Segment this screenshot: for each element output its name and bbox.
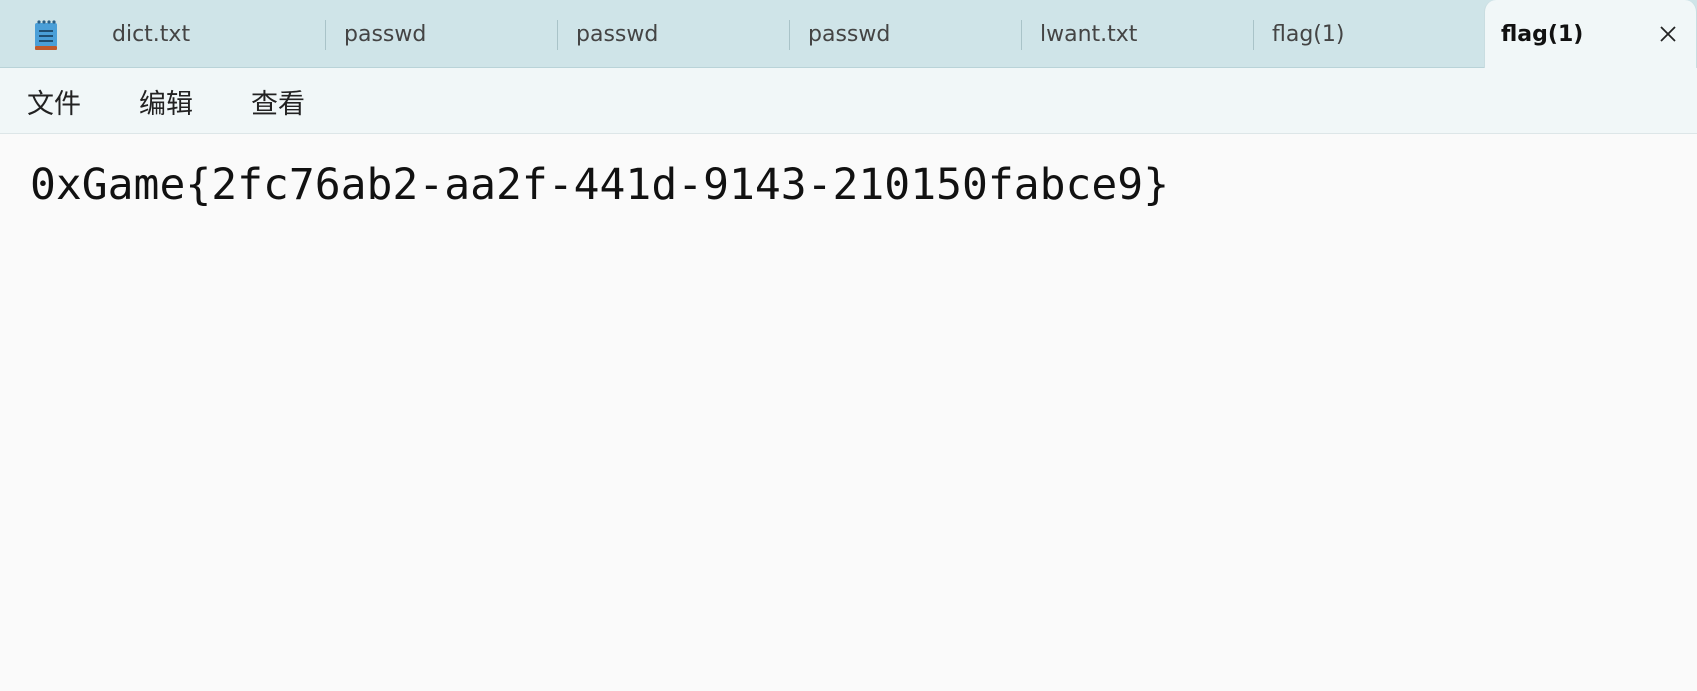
- tab-dict-txt[interactable]: dict.txt: [94, 0, 326, 68]
- tab-label: flag(1): [1501, 21, 1584, 47]
- tab-label: passwd: [344, 21, 427, 47]
- menu-edit[interactable]: 编辑: [139, 68, 193, 134]
- tab-passwd-2[interactable]: passwd: [558, 0, 790, 68]
- tab-label: dict.txt: [112, 21, 191, 47]
- tab-label: passwd: [576, 21, 659, 47]
- tab-label: passwd: [808, 21, 891, 47]
- tab-bar: dict.txt passwd passwd passwd lwant.txt …: [0, 0, 1697, 68]
- text-editor[interactable]: 0xGame{2fc76ab2-aa2f-441d-9143-210150fab…: [0, 134, 1697, 691]
- tab-label: lwant.txt: [1040, 21, 1138, 47]
- menu-view[interactable]: 查看: [251, 68, 305, 134]
- tab-flag-1[interactable]: flag(1): [1254, 0, 1484, 68]
- notepad-window: dict.txt passwd passwd passwd lwant.txt …: [0, 0, 1697, 691]
- tab-flag-1-active[interactable]: flag(1): [1484, 0, 1697, 68]
- tab-passwd-1[interactable]: passwd: [326, 0, 558, 68]
- menu-bar: 文件 编辑 查看: [0, 68, 1697, 134]
- tab-passwd-3[interactable]: passwd: [790, 0, 1022, 68]
- close-icon[interactable]: [1656, 22, 1680, 46]
- tab-lwant-txt[interactable]: lwant.txt: [1022, 0, 1254, 68]
- menu-file[interactable]: 文件: [27, 68, 81, 134]
- editor-content[interactable]: 0xGame{2fc76ab2-aa2f-441d-9143-210150fab…: [30, 160, 1169, 210]
- notepad-icon[interactable]: [34, 19, 58, 51]
- tab-label: flag(1): [1272, 21, 1345, 47]
